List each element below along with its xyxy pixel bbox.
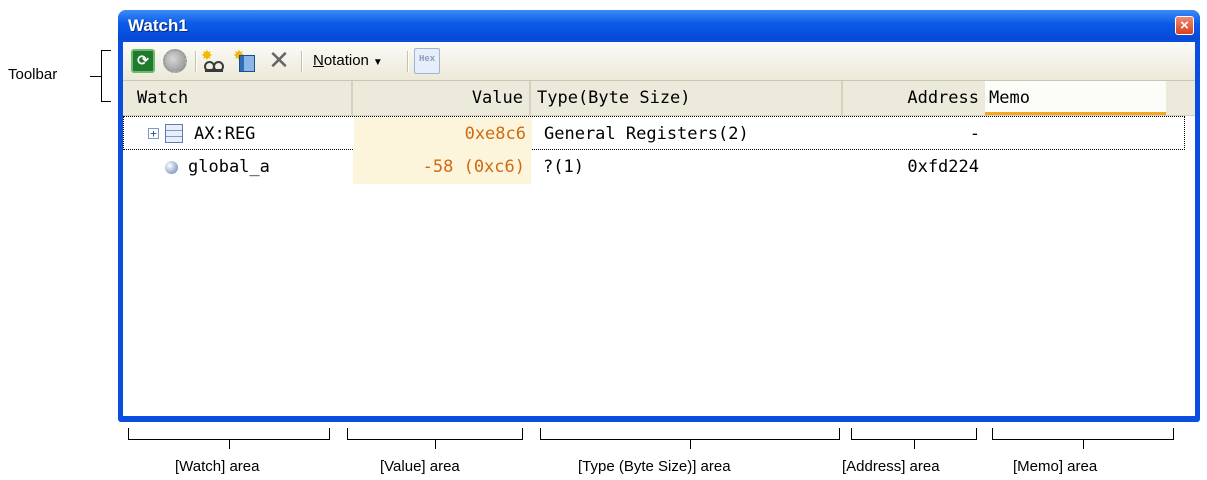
column-header: Watch Value Type(Byte Size) Address Memo (123, 81, 1195, 116)
delete-icon[interactable]: ✕ (267, 47, 291, 73)
watch-cell: global_a (188, 157, 270, 177)
type-area-bracket (540, 428, 840, 449)
refresh-icon[interactable]: ⟳ (131, 49, 155, 73)
address-cell: - (969, 124, 980, 144)
address-area-bracket (851, 428, 977, 449)
watch-area-label: [Watch] area (175, 458, 260, 475)
toolbar-bracket (90, 50, 111, 102)
value-area-bracket (347, 428, 523, 449)
close-icon: × (1180, 17, 1189, 34)
column-label-type: Type(Byte Size) (537, 88, 691, 108)
address-area-label: [Address] area (842, 458, 940, 475)
variable-icon (165, 161, 178, 174)
type-cell: General Registers(2) (544, 124, 749, 144)
watch-area-bracket (128, 428, 330, 449)
chevron-down-icon: ▼ (372, 57, 383, 68)
column-header-address[interactable]: Address (843, 81, 985, 115)
column-header-type[interactable]: Type(Byte Size) (531, 81, 843, 115)
address-cell: 0xfd224 (907, 157, 979, 177)
notation-button[interactable]: Notation ▼ (309, 49, 387, 73)
column-label-value: Value (471, 88, 523, 108)
type-area-label: [Type (Byte Size)] area (578, 458, 731, 475)
notation-mnemonic: N (313, 52, 324, 69)
type-cell: ?(1) (543, 157, 584, 177)
table-row[interactable]: global_a -58 (0xc6) ?(1) 0xfd224 (123, 150, 1195, 184)
value-area-label: [Value] area (380, 458, 460, 475)
notation-label-rest: otation (323, 52, 369, 69)
toolbar-separator (407, 51, 409, 72)
column-header-value[interactable]: Value (353, 81, 531, 115)
table-row[interactable]: + AX:REG 0xe8c6 General Registers(2) - (123, 116, 1185, 151)
column-header-memo[interactable]: Memo (985, 81, 1166, 115)
watch-window: Watch1 × ⟳ ✸ ✸ ✕ Notation▼ Hex Watch (118, 10, 1200, 422)
watch-cell: AX:REG (194, 124, 256, 144)
memo-area-bracket (992, 428, 1174, 449)
toolbar-separator (301, 51, 303, 72)
toolbar-annotation: Toolbar (8, 66, 58, 83)
register-icon (165, 124, 183, 143)
toolbar-separator (195, 51, 197, 72)
value-cell[interactable]: -58 (0xc6) (353, 150, 531, 184)
expand-icon[interactable]: + (148, 128, 159, 139)
hex-toggle-icon[interactable]: Hex (414, 48, 440, 74)
memo-area-label: [Memo] area (1013, 458, 1098, 475)
column-label-address: Address (907, 88, 979, 108)
title-bar[interactable]: Watch1 × (118, 10, 1200, 40)
gear-icon[interactable] (163, 49, 187, 73)
client-area: ⟳ ✸ ✸ ✕ Notation▼ Hex Watch Value (123, 42, 1195, 416)
column-header-watch[interactable]: Watch (123, 81, 353, 115)
value-cell[interactable]: 0xe8c6 (354, 117, 532, 151)
add-watch-icon[interactable]: ✸ (201, 48, 225, 73)
hex-label: Hex (419, 54, 436, 64)
column-label-memo: Memo (989, 88, 1030, 108)
close-button[interactable]: × (1175, 16, 1194, 35)
window-title: Watch1 (128, 16, 188, 35)
add-category-icon[interactable]: ✸ (233, 48, 257, 73)
toolbar: ⟳ ✸ ✸ ✕ Notation▼ Hex (123, 42, 1195, 81)
column-label-watch: Watch (137, 88, 189, 108)
